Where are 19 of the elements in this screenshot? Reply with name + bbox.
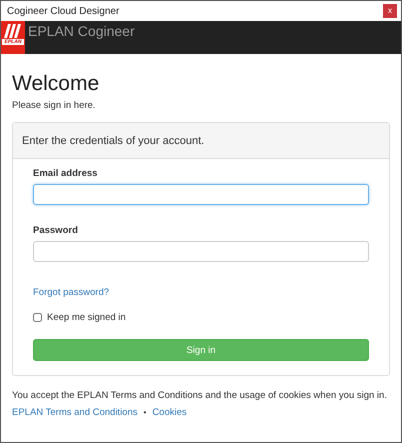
terms-notice: You accept the EPLAN Terms and Conditions and the usage of cookies when you sign in. <box>12 390 388 401</box>
checkbox[interactable] <box>33 313 42 322</box>
forgot-password-link[interactable]: Forgot password? <box>33 287 110 298</box>
window-title: Cogineer Cloud Designer <box>7 6 120 16</box>
close-button[interactable]: x <box>383 4 397 18</box>
welcome-heading: Welcome <box>12 72 100 96</box>
terms-link[interactable]: EPLAN Terms and Conditions <box>12 407 138 418</box>
field-label: Email address <box>33 168 98 179</box>
subheading: Please sign in here. <box>12 100 96 111</box>
sign-in-button[interactable]: Sign in <box>33 339 369 361</box>
panel-header: Enter the credentials of your account. <box>13 123 389 159</box>
field-label: Password <box>33 225 79 236</box>
slashes-icon <box>4 24 22 38</box>
cookies-link[interactable]: Cookies <box>152 407 187 418</box>
input-field[interactable] <box>33 241 369 262</box>
input-field[interactable] <box>33 184 369 205</box>
checkbox-label: Keep me signed in <box>47 312 126 323</box>
separator: • <box>144 408 146 417</box>
app-title: EPLAN Cogineer <box>28 23 135 39</box>
